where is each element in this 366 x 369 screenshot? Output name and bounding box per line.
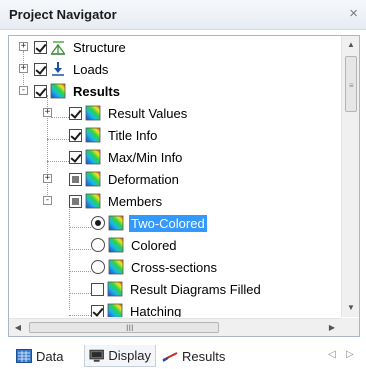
result-gradient-icon [85, 105, 101, 121]
tree-item-members[interactable]: Members [69, 190, 164, 212]
tab-results[interactable]: Results [158, 345, 238, 367]
expand-icon[interactable]: + [43, 108, 52, 117]
collapse-icon[interactable]: - [43, 196, 52, 205]
tree-item-title-info[interactable]: Title Info [69, 124, 159, 146]
tree-connector-line [69, 205, 70, 310]
tree-item-label: Results [73, 83, 120, 99]
result-gradient-icon [85, 171, 101, 187]
result-gradient-icon [108, 237, 124, 253]
tree-item-max-min-info[interactable]: Max/Min Info [69, 146, 184, 168]
tree-item-results[interactable]: Results [34, 80, 122, 102]
panel-title: Project Navigator [9, 7, 117, 22]
scroll-up-icon[interactable]: ▲ [342, 36, 359, 54]
scroll-down-icon[interactable]: ▼ [342, 299, 359, 317]
tree-connector-line [47, 161, 69, 162]
display-tab-icon [89, 349, 104, 362]
result-values-checkbox[interactable] [69, 106, 82, 120]
grip-icon: ≡ [349, 81, 354, 90]
result-gradient-icon [107, 281, 123, 297]
navigator-tree-frame: + Structure + Loads - Results + Result V… [8, 35, 360, 337]
close-icon[interactable]: × [349, 5, 358, 22]
project-navigator-panel: Project Navigator × + Structure + Loads … [0, 0, 366, 369]
members-checkbox[interactable] [69, 194, 82, 208]
previous-tab-icon[interactable]: ◁ [328, 349, 336, 360]
collapse-icon[interactable]: - [19, 86, 28, 95]
tree-item-result-diagrams-filled[interactable]: Result Diagrams Filled [91, 278, 263, 300]
tree-item-label: Structure [73, 39, 126, 55]
next-tab-icon[interactable]: ▷ [346, 349, 354, 360]
tree-connector-line [69, 227, 91, 228]
panel-titlebar: Project Navigator × [0, 0, 366, 30]
results-tab-icon [162, 352, 178, 362]
tree-item-loads[interactable]: Loads [34, 58, 110, 80]
results-icon [50, 83, 66, 99]
result-diagrams-filled-checkbox[interactable] [91, 282, 104, 296]
result-gradient-icon [85, 193, 101, 209]
tree-connector-line [69, 293, 91, 294]
tree-item-cross-sections[interactable]: Cross-sections [91, 256, 219, 278]
tree-item-label: Title Info [108, 127, 158, 143]
tree-item-two-colored[interactable]: Two-Colored [91, 212, 207, 234]
result-gradient-icon [107, 303, 123, 317]
tab-data[interactable]: Data [12, 345, 82, 367]
deformation-checkbox[interactable] [69, 172, 82, 186]
result-gradient-icon [108, 215, 124, 231]
tree-item-colored[interactable]: Colored [91, 234, 179, 256]
tree-connector-line [47, 139, 69, 140]
navigator-tree: + Structure + Loads - Results + Result V… [9, 36, 341, 317]
tree-item-result-values[interactable]: Result Values [69, 102, 189, 124]
loads-checkbox[interactable] [34, 62, 47, 76]
tree-item-label: Loads [73, 61, 109, 77]
expand-icon[interactable]: + [19, 64, 28, 73]
navigator-tab-bar: Data Display Results ◁ ▷ [0, 341, 366, 369]
loads-icon [52, 62, 64, 76]
tree-item-label: Max/Min Info [108, 149, 183, 165]
tree-item-label: Hatching [130, 303, 182, 318]
tree-item-deformation[interactable]: Deformation [69, 168, 181, 190]
title-info-checkbox[interactable] [69, 128, 82, 142]
hatching-checkbox[interactable] [91, 304, 104, 317]
tab-label: Results [182, 348, 226, 364]
grip-icon: III [126, 323, 134, 333]
scrollbar-corner [341, 318, 359, 336]
result-gradient-icon [85, 149, 101, 165]
result-gradient-icon [85, 127, 101, 143]
results-checkbox[interactable] [34, 84, 47, 98]
tree-item-label: Result Values [108, 105, 188, 121]
tab-label: Display [108, 348, 151, 363]
tree-item-hatching[interactable]: Hatching [91, 300, 183, 317]
scroll-left-icon[interactable]: ◀ [9, 319, 27, 336]
tree-item-label: Colored [131, 237, 177, 253]
result-gradient-icon [108, 259, 124, 275]
tree-connector-line [51, 117, 69, 118]
two-colored-radio[interactable] [91, 216, 105, 230]
tree-connector-line [69, 315, 91, 316]
tree-item-label: Members [108, 193, 163, 209]
structure-icon [51, 41, 65, 55]
tab-label: Data [36, 348, 64, 364]
tree-item-label: Result Diagrams Filled [130, 281, 261, 297]
tree-item-label: Deformation [108, 171, 179, 187]
colored-radio[interactable] [91, 238, 105, 252]
vertical-scrollbar[interactable]: ▲ ≡ ▼ [341, 36, 359, 317]
horizontal-scroll-thumb[interactable]: III [29, 322, 219, 333]
tree-connector-line [69, 271, 91, 272]
tree-item-label: Cross-sections [131, 259, 217, 275]
tree-item-label: Two-Colored [129, 214, 207, 232]
vertical-scroll-thumb[interactable]: ≡ [345, 56, 357, 112]
cross-sections-radio[interactable] [91, 260, 105, 274]
expand-icon[interactable]: + [19, 42, 28, 51]
max-min-info-checkbox[interactable] [69, 150, 82, 164]
expand-icon[interactable]: + [43, 174, 52, 183]
horizontal-scrollbar[interactable]: ◀ III ▶ [9, 318, 341, 336]
tree-connector-line [69, 249, 91, 250]
scroll-right-icon[interactable]: ▶ [323, 319, 341, 336]
tab-display[interactable]: Display [84, 345, 156, 367]
structure-checkbox[interactable] [34, 40, 47, 54]
data-tab-icon [16, 349, 32, 363]
tree-item-structure[interactable]: Structure [34, 36, 128, 58]
